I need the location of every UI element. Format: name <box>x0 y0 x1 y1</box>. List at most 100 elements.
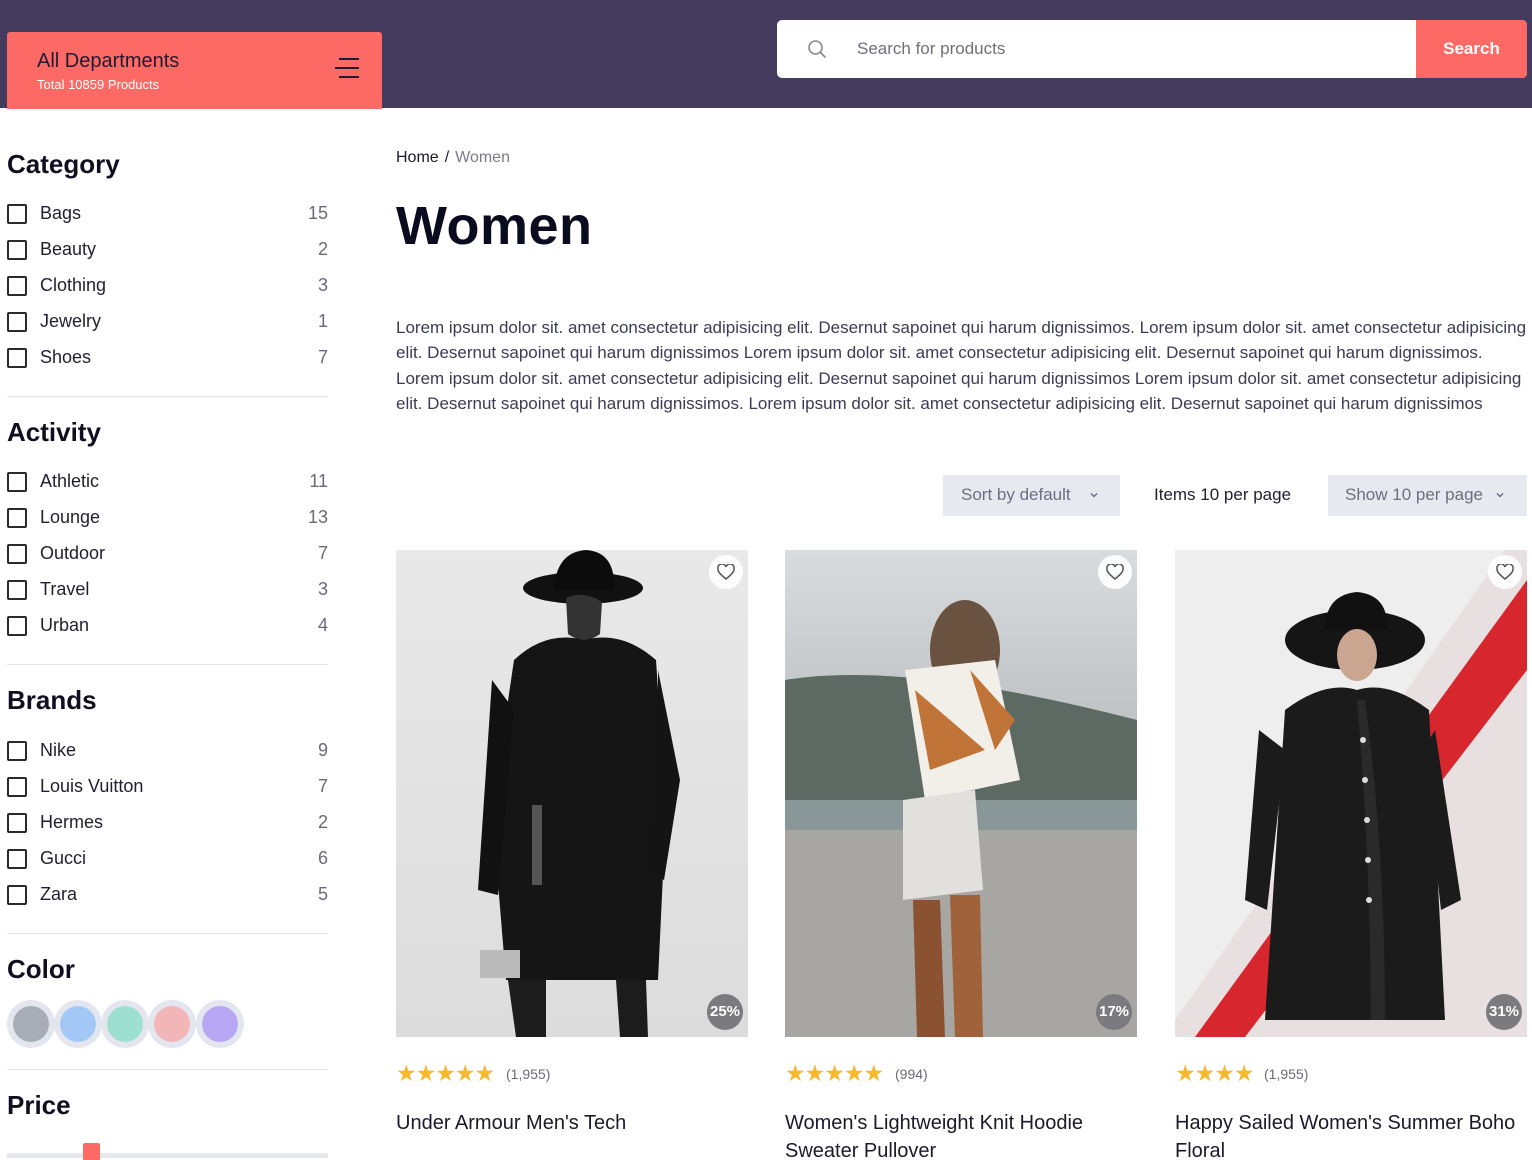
brand-item-nike[interactable]: Nike 9 <box>7 738 328 764</box>
color-swatch-mint[interactable] <box>101 1000 149 1048</box>
color-swatch-blue[interactable] <box>54 1000 102 1048</box>
price-slider-track[interactable] <box>7 1153 328 1158</box>
filter-label: Jewelry <box>40 311 102 331</box>
filter-label: Gucci <box>40 848 87 868</box>
price-heading: Price <box>7 1090 71 1120</box>
wishlist-heart-icon[interactable] <box>709 555 743 589</box>
checkbox[interactable] <box>7 508 27 528</box>
filter-label: Outdoor <box>40 543 106 563</box>
filter-count: 6 <box>317 848 328 868</box>
checkbox[interactable] <box>7 849 27 869</box>
checkbox[interactable] <box>7 204 27 224</box>
filter-count: 7 <box>317 543 328 563</box>
wishlist-heart-icon[interactable] <box>1098 555 1132 589</box>
category-item-jewelry[interactable]: Jewelry 1 <box>7 309 328 335</box>
all-departments-menu[interactable]: All Departments Total 10859 Products <box>7 32 382 109</box>
checkbox[interactable] <box>7 616 27 636</box>
filter-label: Shoes <box>40 347 92 367</box>
checkbox[interactable] <box>7 580 27 600</box>
filter-count: 11 <box>309 471 328 491</box>
items-per-page-label: Items 10 per page <box>1154 485 1292 504</box>
price-slider-handle[interactable] <box>83 1143 100 1160</box>
filter-label: Beauty <box>40 239 97 259</box>
filter-count: 3 <box>317 579 328 599</box>
review-count: (994) <box>895 1066 928 1082</box>
activity-item-lounge[interactable]: Lounge 13 <box>7 505 328 531</box>
wishlist-heart-icon[interactable] <box>1488 555 1522 589</box>
product-image[interactable]: 25% <box>396 550 748 1037</box>
per-page-dropdown-label: Show 10 per page <box>1345 485 1483 504</box>
filter-label: Nike <box>40 740 77 760</box>
color-swatch-purple[interactable] <box>196 1000 244 1048</box>
product-name[interactable]: Under Armour Men's Tech <box>396 1109 748 1137</box>
filter-label: Bags <box>40 203 82 223</box>
checkbox[interactable] <box>7 348 27 368</box>
activity-item-urban[interactable]: Urban 4 <box>7 613 328 639</box>
search-button[interactable]: Search <box>1416 20 1527 78</box>
menu-icon[interactable] <box>335 58 359 78</box>
checkbox[interactable] <box>7 312 27 332</box>
filter-label: Louis Vuitton <box>40 776 144 796</box>
filter-count: 13 <box>307 507 328 527</box>
departments-subtitle: Total 10859 Products <box>37 77 160 92</box>
product-image[interactable]: 31% <box>1175 550 1527 1037</box>
sort-dropdown[interactable]: Sort by default <box>943 475 1120 516</box>
filter-label: Travel <box>40 579 90 599</box>
filter-count: 2 <box>317 239 328 259</box>
category-item-shoes[interactable]: Shoes 7 <box>7 345 328 371</box>
category-item-bags[interactable]: Bags 15 <box>7 201 328 227</box>
checkbox[interactable] <box>7 276 27 296</box>
per-page-dropdown[interactable]: Show 10 per page <box>1328 475 1527 516</box>
star-rating-icon: ★★★★★ <box>396 1060 495 1086</box>
color-swatch-gray[interactable] <box>7 1000 55 1048</box>
filter-count: 2 <box>317 812 328 832</box>
product-image[interactable]: 17% <box>785 550 1137 1037</box>
page-title: Women <box>396 196 593 256</box>
sort-dropdown-label: Sort by default <box>961 485 1071 504</box>
breadcrumb: Home / Women <box>396 149 510 167</box>
departments-title: All Departments <box>37 50 180 72</box>
brand-item-zara[interactable]: Zara 5 <box>7 882 328 908</box>
breadcrumb-separator: / <box>444 149 450 166</box>
brand-item-hermes[interactable]: Hermes 2 <box>7 810 328 836</box>
checkbox[interactable] <box>7 777 27 797</box>
search-bar: Search <box>777 20 1527 78</box>
divider <box>7 1069 328 1070</box>
category-item-beauty[interactable]: Beauty 2 <box>7 237 328 263</box>
search-input[interactable] <box>857 20 1417 78</box>
checkbox[interactable] <box>7 741 27 761</box>
filter-label: Urban <box>40 615 90 635</box>
star-rating-icon: ★★★★ <box>1175 1060 1254 1086</box>
activity-item-outdoor[interactable]: Outdoor 7 <box>7 541 328 567</box>
star-rating-icon: ★★★★★ <box>785 1060 884 1086</box>
checkbox[interactable] <box>7 885 27 905</box>
search-icon <box>808 40 826 58</box>
brand-item-gucci[interactable]: Gucci 6 <box>7 846 328 872</box>
review-count: (1,955) <box>506 1066 551 1082</box>
divider <box>7 396 328 397</box>
divider <box>7 664 328 665</box>
checkbox[interactable] <box>7 813 27 833</box>
breadcrumb-current: Women <box>455 149 510 166</box>
product-name[interactable]: Happy Sailed Women's Summer Boho Floral <box>1175 1109 1527 1160</box>
chevron-down-icon <box>1496 492 1504 498</box>
color-heading: Color <box>7 954 75 984</box>
activity-item-athletic[interactable]: Athletic 11 <box>7 469 328 495</box>
filter-count: 3 <box>317 275 328 295</box>
activity-heading: Activity <box>7 417 101 447</box>
discount-badge: 25% <box>707 994 743 1030</box>
filter-count: 15 <box>307 203 328 223</box>
checkbox[interactable] <box>7 544 27 564</box>
brand-item-louis-vuitton[interactable]: Louis Vuitton 7 <box>7 774 328 800</box>
category-item-clothing[interactable]: Clothing 3 <box>7 273 328 299</box>
color-swatch-pink[interactable] <box>148 1000 196 1048</box>
activity-item-travel[interactable]: Travel 3 <box>7 577 328 603</box>
checkbox[interactable] <box>7 472 27 492</box>
breadcrumb-home-link[interactable]: Home <box>396 149 439 166</box>
category-heading: Category <box>7 149 120 179</box>
review-count: (1,955) <box>1264 1066 1309 1082</box>
category-description: Lorem ipsum dolor sit. amet consectetur … <box>396 318 1527 413</box>
checkbox[interactable] <box>7 240 27 260</box>
filter-label: Zara <box>40 884 78 904</box>
product-name[interactable]: Women's Lightweight Knit Hoodie Sweater … <box>785 1109 1137 1160</box>
